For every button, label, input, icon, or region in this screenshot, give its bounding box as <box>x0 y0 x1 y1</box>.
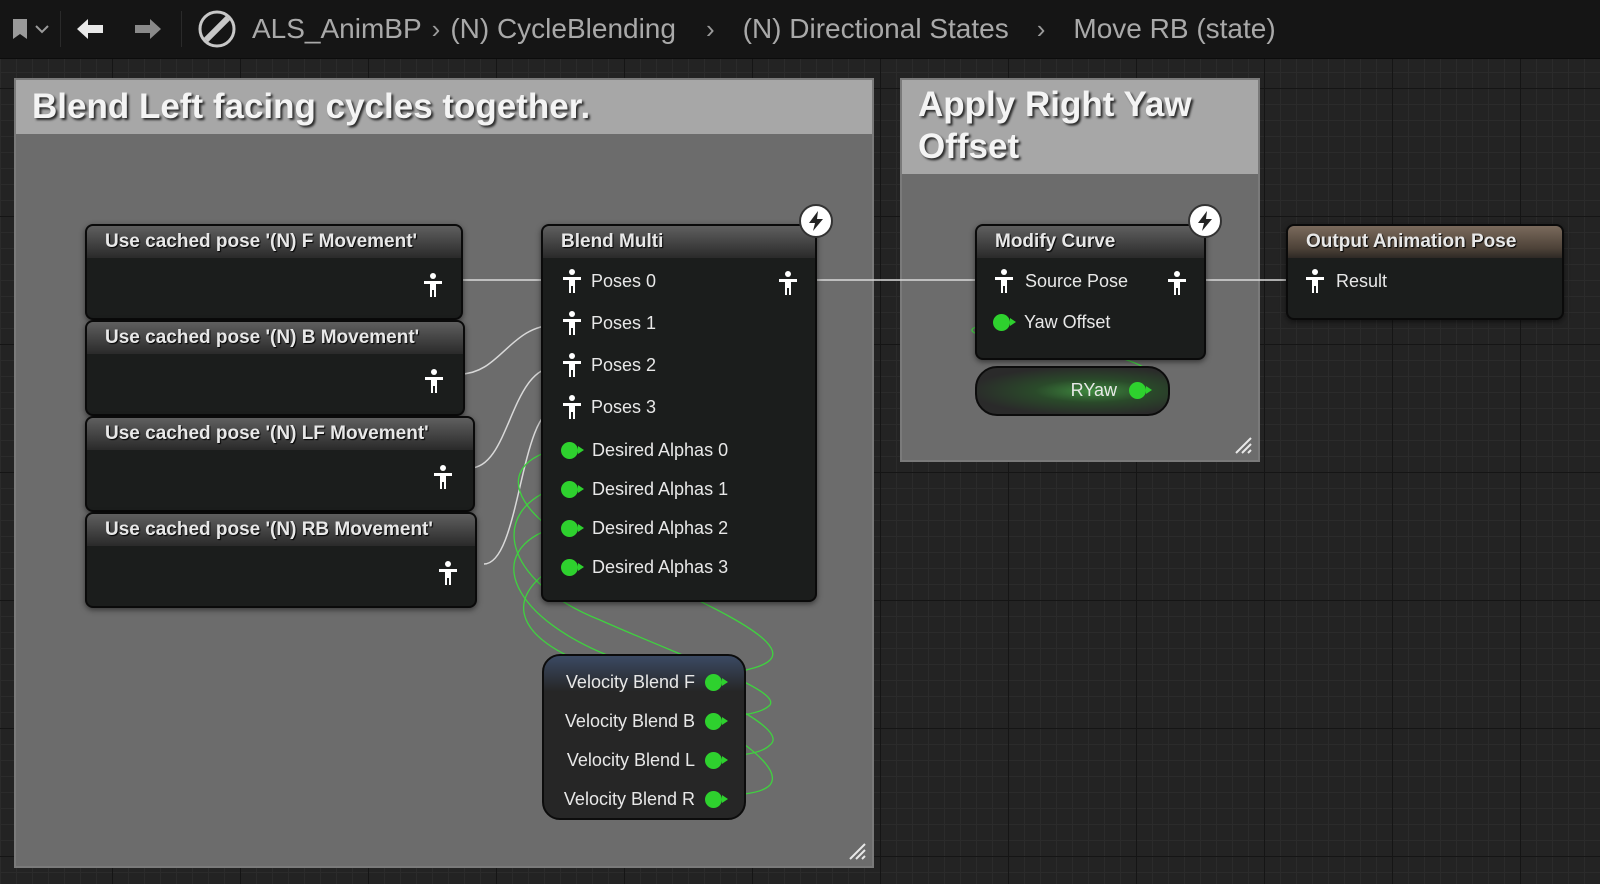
float-pin-icon[interactable] <box>561 520 584 537</box>
fast-path-lightning-icon <box>1188 204 1222 238</box>
fast-path-lightning-icon <box>799 204 833 238</box>
pose-output-pin-icon[interactable] <box>1166 270 1188 296</box>
resize-grip-icon[interactable] <box>1234 436 1252 454</box>
float-input-pin[interactable]: Desired Alphas 2 <box>561 518 728 539</box>
arrow-right-icon <box>135 19 161 39</box>
cached-pose-node-rb[interactable]: Use cached pose '(N) RB Movement' <box>85 512 477 608</box>
blend-multi-node[interactable]: Blend Multi Poses 0 Poses 1 Poses 2 Pose… <box>541 224 817 602</box>
float-pin-icon[interactable] <box>705 674 728 691</box>
pose-pin-icon[interactable] <box>423 368 445 394</box>
pin-label: Poses 0 <box>591 270 657 291</box>
float-output-pin[interactable]: Velocity Blend F <box>565 672 728 693</box>
float-input-pin[interactable]: Yaw Offset <box>993 312 1110 333</box>
anim-blueprint-icon <box>182 0 252 58</box>
node-title: Use cached pose '(N) B Movement' <box>87 322 463 354</box>
pin-label: Source Pose <box>1025 270 1129 291</box>
float-pin-icon[interactable] <box>705 791 728 808</box>
pose-input-pin[interactable]: Poses 2 <box>561 352 656 378</box>
pose-input-pin[interactable]: Poses 0 <box>561 268 656 294</box>
pose-input-pin[interactable]: Result <box>1304 268 1387 294</box>
pin-label: Poses 3 <box>591 396 657 417</box>
modify-curve-node[interactable]: Modify Curve Source Pose Yaw Offset <box>975 224 1206 360</box>
comment-title[interactable]: Apply Right Yaw Offset <box>902 80 1258 174</box>
float-input-pin[interactable]: Desired Alphas 0 <box>561 440 728 461</box>
pose-output-pin-icon[interactable] <box>777 270 799 296</box>
pin-label: Poses 1 <box>591 312 657 333</box>
chevron-right-icon: › <box>705 13 715 44</box>
pose-input-pin[interactable]: Source Pose <box>993 268 1128 294</box>
node-title: Modify Curve <box>977 226 1204 258</box>
node-title: Output Animation Pose <box>1288 226 1562 258</box>
node-title: Use cached pose '(N) F Movement' <box>87 226 461 258</box>
chevron-right-icon: › <box>431 13 441 44</box>
arrow-left-icon <box>77 19 103 39</box>
pose-pin-icon[interactable] <box>561 310 583 336</box>
breadcrumb-item[interactable]: (N) CycleBlending <box>450 13 676 45</box>
breadcrumb-bar: ALS_AnimBP › (N) CycleBlending › (N) Dir… <box>0 0 1600 59</box>
pin-label: Velocity Blend B <box>564 711 695 731</box>
float-pin-icon[interactable] <box>705 713 728 730</box>
float-output-pin[interactable]: Velocity Blend L <box>566 750 728 771</box>
chevron-right-icon: › <box>1036 13 1046 44</box>
cached-pose-node-lf[interactable]: Use cached pose '(N) LF Movement' <box>85 416 475 512</box>
node-title: Blend Multi <box>543 226 815 258</box>
bookmark-dropdown[interactable] <box>0 0 60 58</box>
pin-label: Yaw Offset <box>1024 312 1111 332</box>
breadcrumb-root[interactable]: ALS_AnimBP <box>252 13 422 45</box>
pin-label: Poses 2 <box>591 354 657 375</box>
ryaw-variable-node[interactable]: RYaw <box>975 366 1170 416</box>
float-input-pin[interactable]: Desired Alphas 3 <box>561 557 728 578</box>
pin-label: Desired Alphas 3 <box>592 557 729 577</box>
float-pin-icon[interactable] <box>1129 382 1152 399</box>
pose-input-pin[interactable]: Poses 1 <box>561 310 656 336</box>
node-title: Use cached pose '(N) LF Movement' <box>87 418 473 450</box>
float-output-pin[interactable]: Velocity Blend B <box>564 711 728 732</box>
float-pin-icon[interactable] <box>993 314 1016 331</box>
float-pin-icon[interactable] <box>561 442 584 459</box>
velocity-blend-node[interactable]: Velocity Blend F Velocity Blend B Veloci… <box>542 654 746 820</box>
pin-label: Velocity Blend R <box>563 789 695 809</box>
forward-button[interactable] <box>119 0 177 58</box>
pose-pin-icon[interactable] <box>993 268 1015 294</box>
node-title: Use cached pose '(N) RB Movement' <box>87 514 475 546</box>
pose-pin-icon[interactable] <box>561 268 583 294</box>
pin-label: Desired Alphas 0 <box>592 440 729 460</box>
pin-label: RYaw <box>1070 380 1117 400</box>
pose-pin-icon[interactable] <box>561 394 583 420</box>
float-pin-icon[interactable] <box>561 559 584 576</box>
float-output-pin[interactable]: Velocity Blend R <box>563 789 728 810</box>
float-output-pin[interactable]: RYaw <box>1070 380 1152 401</box>
breadcrumb-item[interactable]: Move RB (state) <box>1073 13 1275 45</box>
pose-input-pin[interactable]: Poses 3 <box>561 394 656 420</box>
pose-pin-icon[interactable] <box>422 272 444 298</box>
pose-pin-icon[interactable] <box>432 464 454 490</box>
back-button[interactable] <box>61 0 119 58</box>
output-pose-node[interactable]: Output Animation Pose Result <box>1286 224 1564 320</box>
pose-pin-icon[interactable] <box>437 560 459 586</box>
pose-pin-icon[interactable] <box>1304 268 1326 294</box>
cached-pose-node-b[interactable]: Use cached pose '(N) B Movement' <box>85 320 465 416</box>
float-pin-icon[interactable] <box>561 481 584 498</box>
bookmark-icon <box>13 19 27 39</box>
pin-label: Velocity Blend F <box>565 672 695 692</box>
chevron-down-icon <box>35 25 49 34</box>
float-input-pin[interactable]: Desired Alphas 1 <box>561 479 728 500</box>
cached-pose-node-f[interactable]: Use cached pose '(N) F Movement' <box>85 224 463 320</box>
breadcrumb-item[interactable]: (N) Directional States <box>743 13 1009 45</box>
comment-title[interactable]: Blend Left facing cycles together. <box>16 80 872 134</box>
pin-label: Desired Alphas 1 <box>592 479 729 499</box>
resize-grip-icon[interactable] <box>848 842 866 860</box>
float-pin-icon[interactable] <box>705 752 728 769</box>
pin-label: Result <box>1336 270 1388 291</box>
pin-label: Velocity Blend L <box>566 750 695 770</box>
pose-pin-icon[interactable] <box>561 352 583 378</box>
pin-label: Desired Alphas 2 <box>592 518 729 538</box>
